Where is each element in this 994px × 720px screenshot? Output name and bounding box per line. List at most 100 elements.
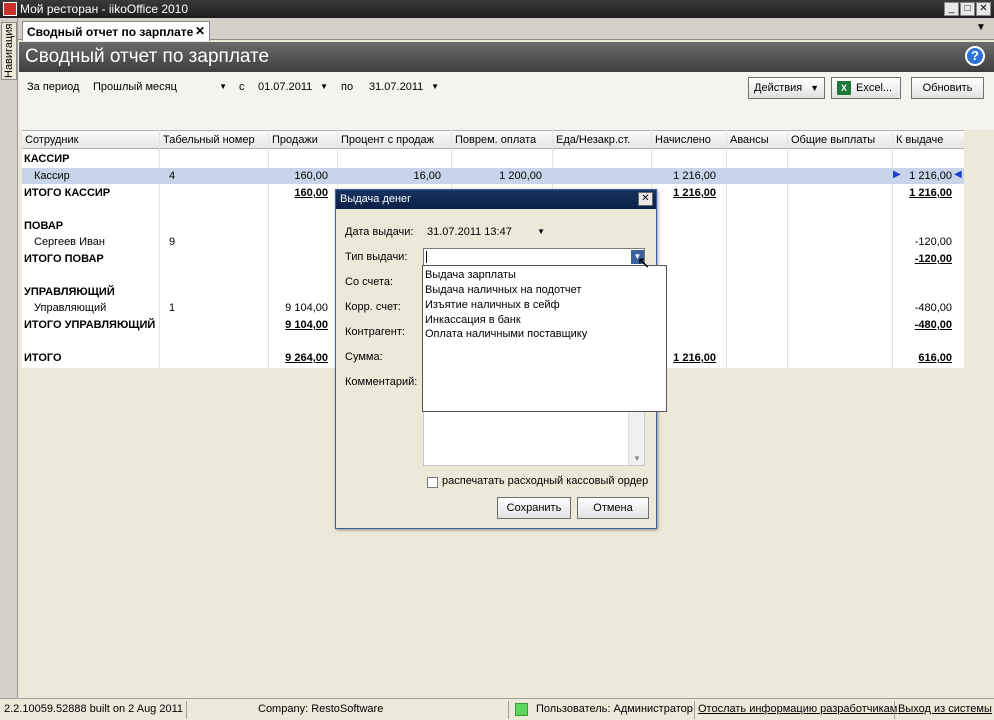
counterparty-label: Контрагент: <box>345 326 405 338</box>
group-name: КАССИР <box>24 153 70 165</box>
page-title: Сводный отчет по зарплате <box>25 46 270 67</box>
chevron-down-icon: ▼ <box>431 82 439 91</box>
from-account-label: Со счета: <box>345 276 394 288</box>
tab-menu-arrow-icon[interactable]: ▼ <box>976 22 986 33</box>
group-name: ПОВАР <box>24 220 64 232</box>
refresh-button[interactable]: Обновить <box>911 77 984 99</box>
payout-type-select[interactable]: ▼ <box>423 248 645 266</box>
row-marker-icon: ◀ <box>954 169 962 180</box>
date-select[interactable]: 31.07.2011 13:47 ▼ <box>423 223 549 241</box>
dialog-titlebar[interactable]: Выдача денег ✕ <box>336 190 656 209</box>
dropdown-option[interactable]: Оплата наличными поставщику <box>425 328 587 340</box>
close-window-button[interactable]: ✕ <box>976 2 991 16</box>
col-employee[interactable]: Сотрудник <box>25 134 78 146</box>
table-row-selected[interactable]: Кассир 4 160,00 16,00 1 200,00 1 216,00 … <box>22 168 964 184</box>
excel-button[interactable]: X Excel... <box>831 77 901 99</box>
col-advances[interactable]: Авансы <box>730 134 769 146</box>
total-name: ИТОГО КАССИР <box>24 187 111 199</box>
payout: 616,00 <box>918 352 952 364</box>
navigation-toggle[interactable]: Навигация <box>1 22 17 80</box>
print-order-checkbox[interactable] <box>427 477 438 488</box>
period-label: За период <box>27 81 80 93</box>
payout: -480,00 <box>914 302 952 314</box>
col-sales[interactable]: Продажи <box>272 134 318 146</box>
actions-button[interactable]: Действия ▼ <box>748 77 825 99</box>
grand-total-name: ИТОГО <box>24 352 62 364</box>
sales: 9 104,00 <box>285 319 328 331</box>
dropdown-option[interactable]: Инкассация в банк <box>425 314 521 326</box>
minimize-button[interactable]: _ <box>944 2 959 16</box>
logout-link[interactable]: Выход из системы <box>898 703 992 715</box>
col-payout[interactable]: К выдаче <box>896 134 943 146</box>
to-label: по <box>341 81 354 93</box>
mouse-cursor-icon: ↖ <box>637 255 651 272</box>
payout: -120,00 <box>914 253 952 265</box>
navigation-sidebar <box>0 18 18 698</box>
col-accrued[interactable]: Начислено <box>655 134 711 146</box>
build-info: 2.2.10059.52888 built on 2 Aug 2011 <box>4 703 184 715</box>
amount-label: Сумма: <box>345 351 383 363</box>
date-from-select[interactable]: 01.07.2011 ▼ <box>254 78 332 96</box>
chevron-down-icon: ▼ <box>810 83 819 93</box>
date-to-value: 31.07.2011 <box>369 81 424 93</box>
type-label: Тип выдачи: <box>345 251 408 263</box>
actions-label: Действия <box>754 82 803 94</box>
period-value: Прошлый месяц <box>93 81 177 93</box>
chevron-down-icon: ▼ <box>537 227 545 236</box>
company-info: Company: RestoSoftware <box>258 703 384 715</box>
col-sales-percent[interactable]: Процент с продаж <box>341 134 434 146</box>
tab-close-icon[interactable]: ✕ <box>195 24 205 38</box>
sales: 9 264,00 <box>285 352 328 364</box>
total-name: ИТОГО УПРАВЛЯЮЩИЙ <box>24 319 156 331</box>
cancel-button[interactable]: Отмена <box>577 497 649 519</box>
sales-percent: 16,00 <box>413 170 441 182</box>
connection-status-icon <box>515 703 528 716</box>
print-order-label: распечатать расходный кассовый ордер <box>442 475 649 487</box>
employee-name: Кассир <box>34 170 70 182</box>
help-icon[interactable]: ? <box>965 46 985 66</box>
date-from-value: 01.07.2011 <box>258 81 313 93</box>
maximize-button[interactable]: □ <box>960 2 975 16</box>
accrued: 1 216,00 <box>673 187 716 199</box>
payout-type-dropdown: Выдача зарплаты Выдача наличных на подот… <box>422 265 667 412</box>
save-button[interactable]: Сохранить <box>497 497 571 519</box>
payout: 1 216,00 <box>909 187 952 199</box>
table-row[interactable]: КАССИР <box>22 151 964 167</box>
tab-salary-report[interactable]: Сводный отчет по зарплате ✕ <box>22 21 210 41</box>
corr-account-label: Корр. счет: <box>345 301 401 313</box>
from-label: с <box>239 81 245 93</box>
tab-label: Сводный отчет по зарплате <box>27 25 194 39</box>
col-time-pay[interactable]: Поврем. оплата <box>455 134 536 146</box>
page-header: Сводный отчет по зарплате ? <box>19 42 994 72</box>
col-food[interactable]: Еда/Незакр.ст. <box>556 134 630 146</box>
group-name: УПРАВЛЯЮЩИЙ <box>24 286 115 298</box>
app-icon <box>3 2 17 16</box>
employee-name: Управляющий <box>34 302 107 314</box>
dropdown-option[interactable]: Изъятие наличных в сейф <box>425 299 560 311</box>
payout: 1 216,00 <box>909 170 952 182</box>
dialog-close-icon[interactable]: ✕ <box>638 192 653 206</box>
user-info: Пользователь: Администратор <box>536 703 693 715</box>
sales: 160,00 <box>294 170 328 182</box>
col-tab-number[interactable]: Табельный номер <box>163 134 255 146</box>
time-pay: 1 200,00 <box>499 170 542 182</box>
dropdown-option[interactable]: Выдача наличных на подотчет <box>425 284 581 296</box>
comment-label: Комментарий: <box>345 376 418 388</box>
payout: -120,00 <box>914 236 952 248</box>
status-bar: 2.2.10059.52888 built on 2 Aug 2011 Comp… <box>0 698 994 720</box>
sales: 9 104,00 <box>285 302 328 314</box>
period-select[interactable]: Прошлый месяц ▼ <box>89 78 231 96</box>
dropdown-option[interactable]: Выдача зарплаты <box>425 269 516 281</box>
chevron-down-icon: ▼ <box>219 82 227 91</box>
scroll-down-icon[interactable]: ▼ <box>633 454 641 463</box>
accrued: 1 216,00 <box>673 170 716 182</box>
tab-number: 1 <box>169 302 176 314</box>
date-to-select[interactable]: 31.07.2011 ▼ <box>365 78 443 96</box>
send-dev-info-link[interactable]: Отослать информацию разработчикам <box>698 703 897 715</box>
excel-icon: X <box>837 81 851 95</box>
date-label: Дата выдачи: <box>345 226 414 238</box>
window-title: Мой ресторан - iikoOffice 2010 <box>20 2 189 16</box>
col-total-payments[interactable]: Общие выплаты <box>791 134 875 146</box>
payout: -480,00 <box>914 319 952 331</box>
employee-name: Сергеев Иван <box>34 236 105 248</box>
